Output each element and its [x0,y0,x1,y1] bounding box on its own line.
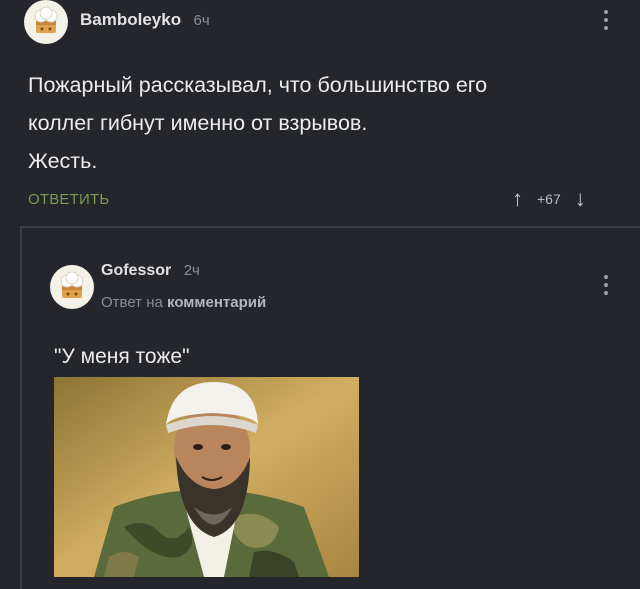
reply-to-prefix: Ответ на [101,294,163,311]
upvote-arrow-icon[interactable]: ↑ [512,188,523,210]
comment-header: Gofessor 2ч [101,262,200,280]
rating-controls: ↑ +67 ↓ [512,188,586,210]
reply-button[interactable]: ОТВЕТИТЬ [28,191,109,208]
avatar[interactable] [24,0,68,44]
comment-body: Пожарный рассказывал, что большинство ег… [28,66,618,180]
avatar[interactable] [50,265,94,309]
comment-line: Жесть. [28,149,98,173]
thread-divider [20,226,640,228]
comment-time: 2ч [183,262,200,279]
comment-image[interactable] [54,377,359,577]
reply-to-link[interactable]: комментарий [167,294,266,311]
chef-hat-icon [34,6,58,33]
author-name[interactable]: Bamboleyko [80,10,181,29]
comment-line: коллег гибнут именно от взрывов. [28,111,368,135]
thread-line[interactable] [20,226,22,589]
comment-header: Bamboleyko 6ч [80,10,210,30]
comment-line: Пожарный рассказывал, что большинство ег… [28,73,488,97]
rating-value: +67 [537,191,561,207]
author-name[interactable]: Gofessor [101,262,171,279]
downvote-arrow-icon[interactable]: ↓ [575,188,586,210]
reply-to-line: Ответ на комментарий [101,294,266,311]
comment-body: "У меня тоже" [54,345,190,368]
comment-time: 6ч [193,12,210,29]
more-options-icon[interactable] [602,10,610,34]
portrait-photo [54,377,359,577]
chef-hat-icon [60,271,84,298]
more-options-icon[interactable] [602,275,610,299]
